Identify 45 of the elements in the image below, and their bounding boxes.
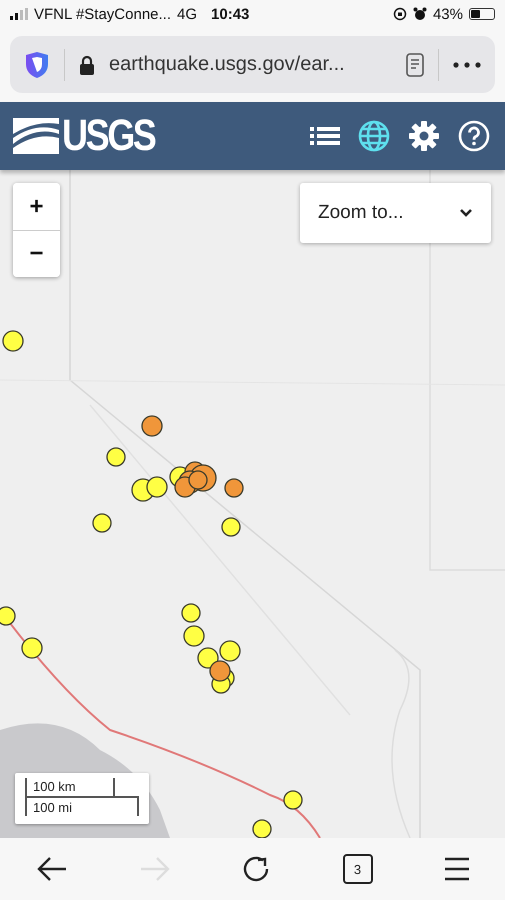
earthquake-marker[interactable] [106,447,126,467]
earthquake-marker[interactable] [146,476,168,498]
earthquake-marker[interactable] [183,625,205,647]
battery-percent: 43% [432,6,463,22]
network-type: 4G [177,6,198,22]
globe-icon[interactable] [358,120,390,152]
usgs-logo[interactable]: USGS [62,114,154,158]
address-bar[interactable]: earthquake.usgs.gov/ear... [10,36,495,93]
lock-icon [79,54,95,74]
more-icon[interactable] [453,62,481,68]
reader-view-icon[interactable] [406,52,424,76]
chevron-down-icon [459,208,473,218]
tabs-button[interactable]: 3 [342,854,372,884]
back-icon[interactable] [36,856,68,882]
earthquake-marker[interactable] [283,790,303,810]
earthquake-marker[interactable] [181,603,201,623]
waves-icon [13,118,59,154]
list-icon[interactable] [310,125,340,147]
carrier-name: VFNL #StayConne... [34,6,172,22]
zoom-in-button[interactable]: + [13,183,60,230]
alarm-icon [412,7,427,21]
menu-icon[interactable] [444,857,470,881]
earthquake-marker[interactable] [209,660,231,682]
earthquake-marker[interactable] [197,647,219,669]
settings-icon[interactable] [408,120,440,152]
zoom-to-dropdown[interactable]: Zoom to... [300,183,491,243]
rotation-lock-icon [392,7,407,21]
signal-icon [10,8,28,20]
earthquake-marker[interactable] [21,637,43,659]
url-text[interactable]: earthquake.usgs.gov/ear... [109,53,392,76]
earthquake-marker[interactable] [188,470,208,490]
zoom-out-button[interactable]: − [13,230,60,277]
earthquake-marker[interactable] [221,517,241,537]
earthquake-marker[interactable] [92,513,112,533]
earthquake-marker[interactable] [224,478,244,498]
earthquake-marker[interactable] [252,819,272,838]
earthquake-marker[interactable] [2,330,24,352]
scale-bar: 100 km 100 mi [15,773,149,824]
clock-time: 10:43 [211,6,250,22]
earthquake-marker[interactable] [141,415,163,437]
earthquake-marker[interactable] [0,606,16,626]
shield-icon[interactable] [24,50,50,78]
earthquake-marker[interactable] [219,640,241,662]
help-icon[interactable] [458,120,490,152]
battery-icon [469,8,495,20]
